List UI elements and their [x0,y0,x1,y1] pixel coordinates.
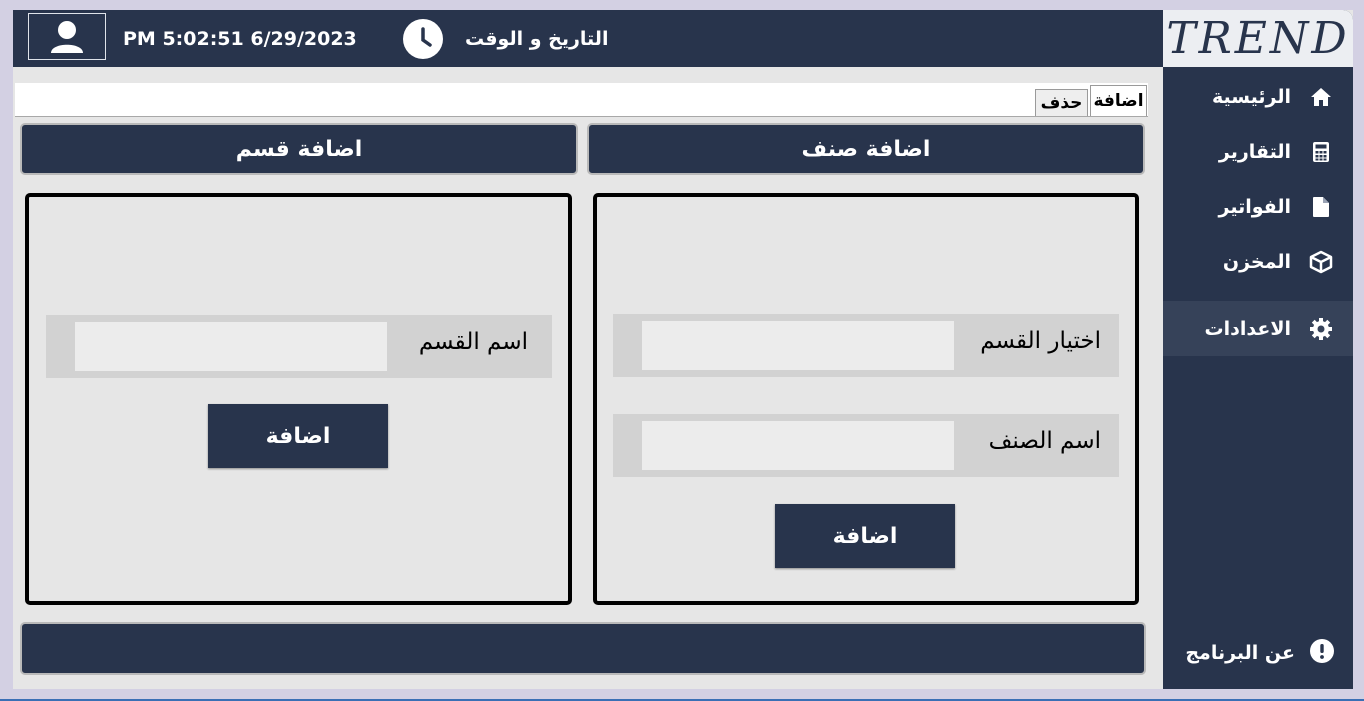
sidebar-item-label: التقارير [1218,140,1291,163]
about-label: عن البرنامج [1185,641,1295,664]
item-name-label: اسم الصنف [988,428,1101,454]
home-icon [1309,85,1333,109]
add-item-panel: اختيار القسم اسم الصنف اضافة [593,193,1139,605]
sidebar-item-invoices[interactable]: الفواتير [1163,179,1353,234]
add-category-panel: اسم القسم اضافة [25,193,572,605]
datetime-value: PM 5:02:51 6/29/2023 [123,28,357,50]
category-select-row: اختيار القسم [613,314,1119,377]
top-bar: PM 5:02:51 6/29/2023 التاريخ و الوقت TRE… [13,10,1353,67]
sidebar-item-home[interactable]: الرئيسية [1163,69,1353,124]
status-bar [20,622,1146,675]
app-window: PM 5:02:51 6/29/2023 التاريخ و الوقت TRE… [13,10,1353,689]
sidebar-item-label: الرئيسية [1212,85,1291,108]
user-profile-button[interactable] [28,13,106,60]
sidebar: الرئيسية التقارير الفواتير المخزن الاعدا… [1163,67,1353,689]
item-name-row: اسم الصنف [613,414,1119,477]
sidebar-item-settings[interactable]: الاعدادات [1163,301,1353,356]
box-icon [1309,250,1333,274]
datetime-label: التاريخ و الوقت [465,28,609,50]
gear-icon [1309,317,1333,341]
sidebar-item-store[interactable]: المخزن [1163,234,1353,289]
add-item-header: اضافة صنف [587,123,1145,175]
sidebar-item-label: الفواتير [1218,195,1291,218]
category-select-label: اختيار القسم [980,328,1101,354]
file-icon [1309,195,1333,219]
info-icon [1309,638,1335,668]
sidebar-item-reports[interactable]: التقارير [1163,124,1353,179]
add-category-header: اضافة قسم [20,123,578,175]
sidebar-item-label: الاعدادات [1204,317,1291,340]
tab-delete[interactable]: حذف [1035,89,1088,116]
sidebar-item-label: المخزن [1222,250,1291,273]
tab-strip [15,83,1148,117]
app-logo: TREND [1163,10,1353,67]
category-name-row: اسم القسم [46,315,552,378]
user-icon [51,20,83,53]
category-name-label: اسم القسم [418,329,528,355]
about-button[interactable]: عن البرنامج [1163,635,1353,670]
item-name-input[interactable] [642,421,954,470]
calculator-icon [1309,140,1333,164]
add-category-button[interactable]: اضافة [208,404,388,468]
logo-text: TREND [1166,13,1350,64]
clock-icon [403,19,443,59]
category-select[interactable] [642,321,954,370]
category-name-input[interactable] [75,322,387,371]
tab-add[interactable]: اضافة [1090,85,1147,116]
add-item-button[interactable]: اضافة [775,504,955,568]
